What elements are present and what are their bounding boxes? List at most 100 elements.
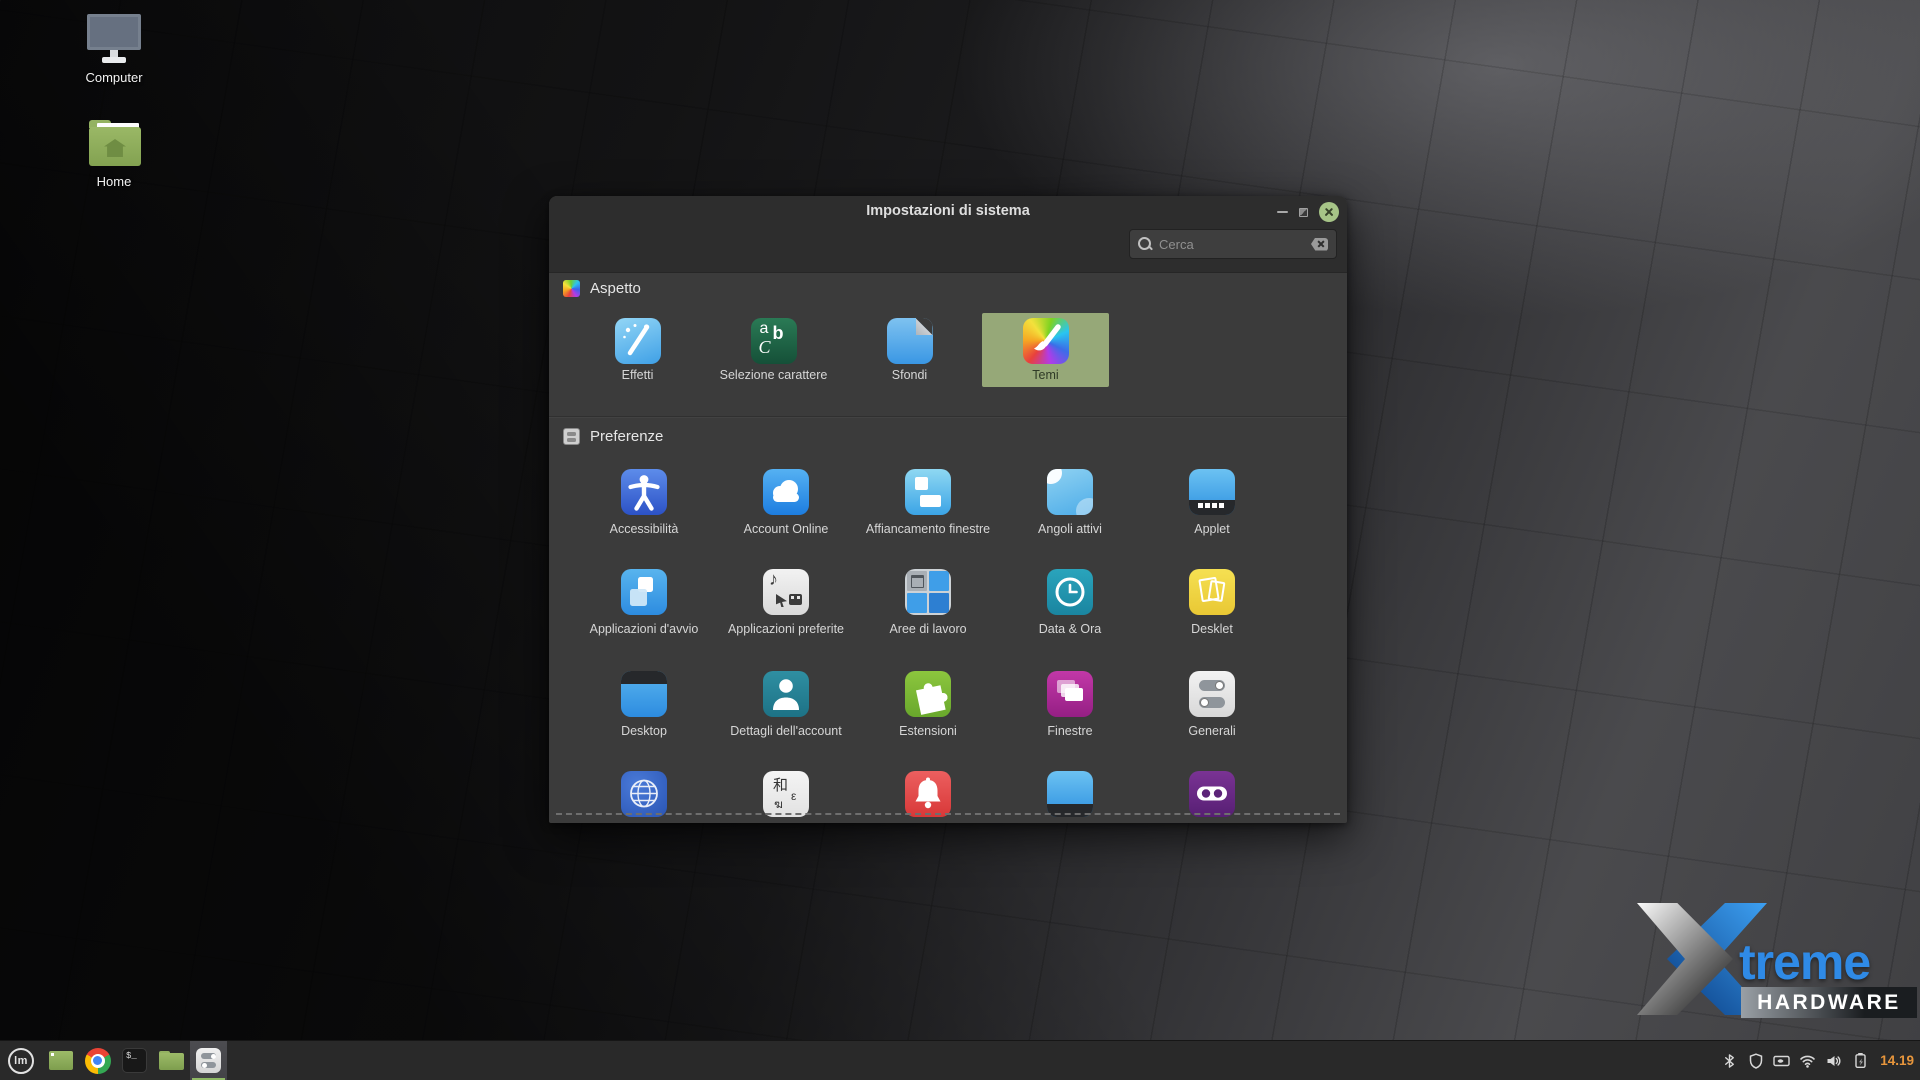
- wand-glyph: [615, 318, 661, 364]
- search-input[interactable]: Cerca: [1129, 229, 1337, 259]
- volume-icon[interactable]: [1825, 1052, 1842, 1069]
- tile-small: [915, 477, 928, 490]
- monitor-screen: [87, 14, 141, 50]
- settings-item-finestre[interactable]: Finestre: [999, 671, 1141, 771]
- settings-item-affiancamento-finestre[interactable]: Affiancamento finestre: [857, 469, 999, 569]
- toggle: [1199, 697, 1225, 708]
- settings-item-row4-2[interactable]: 和 ฆ ε: [715, 771, 857, 823]
- extensions-icon: [905, 671, 951, 717]
- wifi-icon[interactable]: [1799, 1052, 1816, 1069]
- settings-item-label: Data & Ora: [1039, 622, 1102, 637]
- settings-item-row4-5[interactable]: [1141, 771, 1283, 823]
- terminal-launcher[interactable]: $_: [116, 1041, 153, 1080]
- workspace: [907, 593, 927, 613]
- settings-item-desklet[interactable]: Desklet: [1141, 569, 1283, 671]
- corner-highlight: [1076, 498, 1093, 515]
- workspace: [929, 593, 949, 613]
- ime-glyph: 和: [773, 774, 788, 795]
- settings-item-account-online[interactable]: Account Online: [715, 469, 857, 569]
- taskbar-clock[interactable]: 14.19: [1880, 1053, 1914, 1068]
- settings-item-label: Generali: [1188, 724, 1235, 739]
- settings-item-applet[interactable]: Applet: [1141, 469, 1283, 569]
- settings-item-dettagli-account[interactable]: Dettagli dell'account: [715, 671, 857, 771]
- panel-strip: [1189, 500, 1235, 515]
- shield-icon[interactable]: [1747, 1052, 1764, 1069]
- workspace: [929, 571, 949, 591]
- desktop-icon-computer[interactable]: Computer: [62, 14, 166, 85]
- desktop-icon-home[interactable]: Home: [62, 118, 166, 189]
- chrome-icon: [85, 1048, 111, 1074]
- hot-corners-icon: [1047, 469, 1093, 515]
- close-button[interactable]: [1319, 202, 1339, 222]
- window-controls: [1277, 199, 1339, 225]
- window-header[interactable]: Impostazioni di sistema Cerca: [549, 196, 1347, 273]
- settings-item-sfondi[interactable]: Sfondi: [846, 313, 973, 387]
- online-accounts-icon: [763, 469, 809, 515]
- settings-item-applicazioni-avvio[interactable]: Applicazioni d'avvio: [573, 569, 715, 671]
- maximize-button[interactable]: [1299, 208, 1308, 217]
- themes-icon: [1023, 318, 1069, 364]
- privacy-icon: [1189, 771, 1235, 817]
- toggle-knob: [1200, 698, 1209, 707]
- settings-item-label: Temi: [1032, 368, 1058, 383]
- tile-wide: [920, 495, 941, 507]
- settings-item-estensioni[interactable]: Estensioni: [857, 671, 999, 771]
- taskbar: lm $_: [0, 1040, 1920, 1080]
- startup-applications-icon: [621, 569, 667, 615]
- preferenze-items: Accessibilità Account Online Affiancamen…: [573, 469, 1287, 823]
- settings-item-data-ora[interactable]: Data & Ora: [999, 569, 1141, 671]
- bluetooth-icon[interactable]: [1721, 1052, 1738, 1069]
- mint-menu-button[interactable]: lm: [0, 1041, 42, 1080]
- watermark-hardware-text: HARDWARE: [1741, 987, 1917, 1018]
- settings-item-angoli-attivi[interactable]: Angoli attivi: [999, 469, 1141, 569]
- settings-item-applicazioni-preferite[interactable]: ♪ Applicazioni preferite: [715, 569, 857, 671]
- clear-search-icon[interactable]: [1311, 238, 1328, 251]
- system-settings-taskbar-active[interactable]: [190, 1041, 227, 1080]
- ime-glyph: ε: [791, 789, 796, 803]
- search-placeholder: Cerca: [1159, 237, 1304, 252]
- toggle-knob: [1215, 681, 1224, 690]
- chrome-launcher[interactable]: [79, 1041, 116, 1080]
- section-label: Preferenze: [590, 428, 663, 445]
- appearance-section-icon: [563, 280, 580, 297]
- settings-item-selezione-carattere[interactable]: a b C Selezione carattere: [710, 313, 837, 387]
- settings-item-accessibilita[interactable]: Accessibilità: [573, 469, 715, 569]
- notifications-icon: [905, 771, 951, 817]
- settings-item-effetti[interactable]: Effetti: [574, 313, 701, 387]
- aspetto-items: Effetti a b C Selezione carattere Sfondi: [574, 313, 1109, 387]
- settings-item-label: Applicazioni d'avvio: [590, 622, 699, 637]
- region-language-icon: [621, 771, 667, 817]
- window-tiling-icon: [905, 469, 951, 515]
- show-desktop-button[interactable]: [42, 1041, 79, 1080]
- settings-item-row4-4[interactable]: [999, 771, 1141, 823]
- settings-item-aree-di-lavoro[interactable]: Aree di lavoro: [857, 569, 999, 671]
- desktop-icon-label: Home: [62, 174, 166, 189]
- music-note-glyph: ♪: [769, 569, 778, 590]
- files-launcher[interactable]: [153, 1041, 190, 1080]
- date-time-icon: [1047, 569, 1093, 615]
- settings-item-label: Angoli attivi: [1038, 522, 1102, 537]
- toggle: [1199, 680, 1225, 691]
- applets-icon: [1189, 469, 1235, 515]
- general-icon: [1189, 671, 1235, 717]
- settings-item-label: Desklet: [1191, 622, 1233, 637]
- settings-item-row4-3[interactable]: [857, 771, 999, 823]
- effects-icon: [615, 318, 661, 364]
- accessibility-icon: [621, 469, 667, 515]
- section-label: Aspetto: [590, 280, 641, 297]
- settings-item-row4-1[interactable]: [573, 771, 715, 823]
- settings-item-generali[interactable]: Generali: [1141, 671, 1283, 771]
- scroll-cut-indicator: [556, 813, 1340, 815]
- window-layer: [1065, 688, 1083, 701]
- desktop-icon: [621, 671, 667, 717]
- battery-icon[interactable]: [1851, 1052, 1868, 1069]
- settings-item-temi-selected[interactable]: Temi: [982, 313, 1109, 387]
- settings-item-desktop[interactable]: Desktop: [573, 671, 715, 771]
- cursor-glyph: [776, 594, 787, 607]
- files-icon: [159, 1051, 184, 1070]
- minimize-button[interactable]: [1277, 211, 1288, 213]
- desktop-icon-label: Computer: [62, 70, 166, 85]
- section-header-preferenze: Preferenze: [563, 428, 663, 445]
- nvidia-icon[interactable]: [1773, 1052, 1790, 1069]
- note-front: [1198, 577, 1219, 603]
